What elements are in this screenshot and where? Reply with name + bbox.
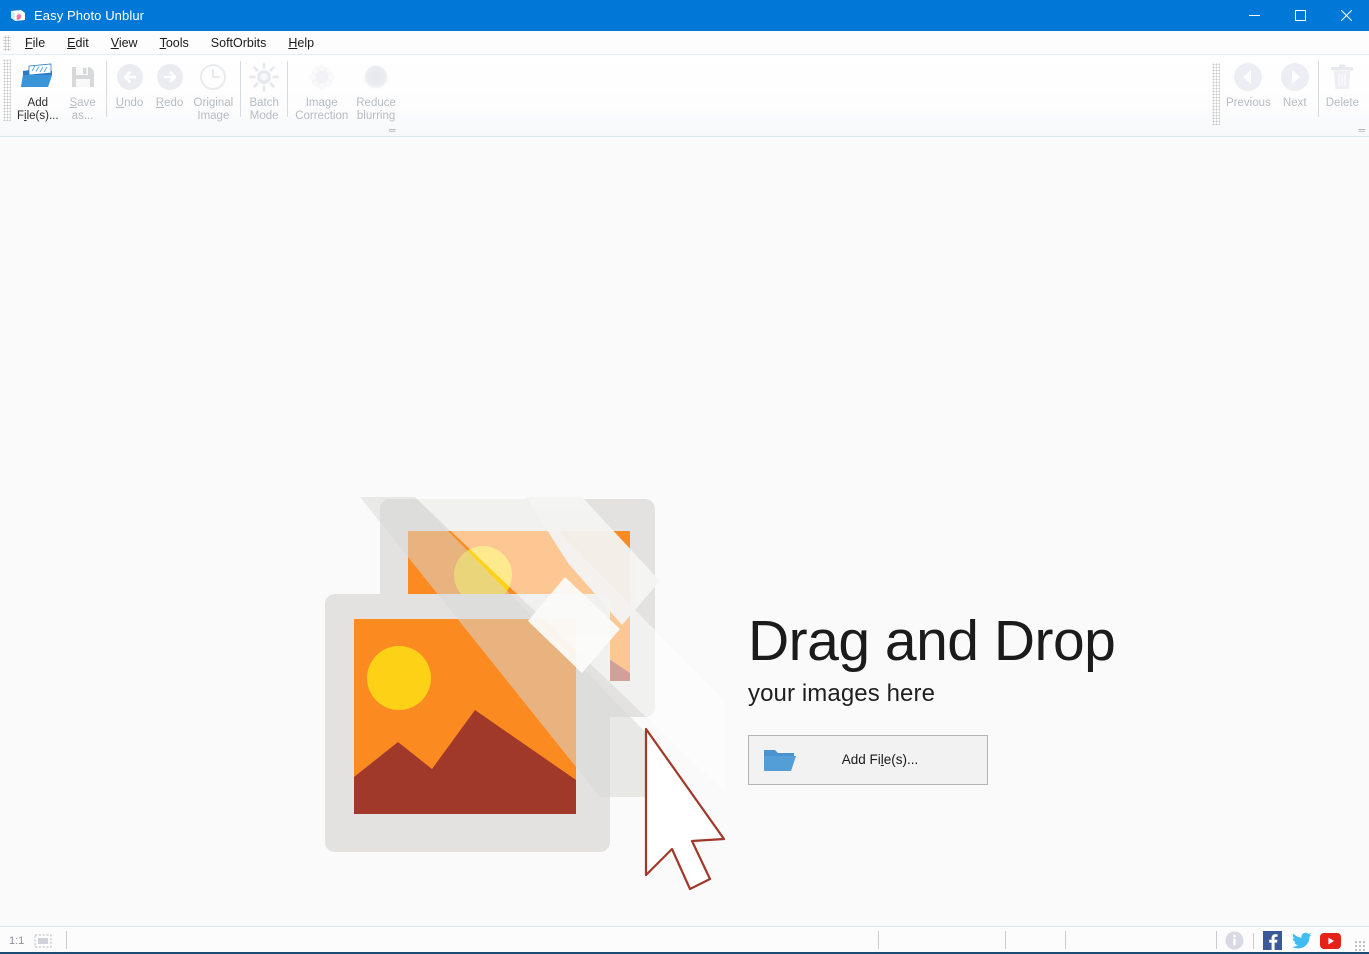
menu-item-file[interactable]: File <box>14 33 56 53</box>
toolbar-undo-label: Undo <box>116 97 144 110</box>
toolbar-batch-mode-button[interactable]: BatchMode <box>244 55 284 123</box>
drop-area-copy: Drag and Drop your images here Add File(… <box>748 610 1115 785</box>
toolbar-add-files-button[interactable]: AddFile(s)... <box>13 55 63 123</box>
resize-grip[interactable] <box>1354 940 1366 952</box>
menu-item-edit[interactable]: Edit <box>56 33 100 53</box>
status-divider-2 <box>878 931 879 949</box>
toolbar-image-correction-label: ImageCorrection <box>295 97 348 123</box>
open-folder-icon <box>21 59 55 95</box>
social-links <box>1224 930 1341 951</box>
youtube-icon[interactable] <box>1320 930 1341 951</box>
chevron-right-circle-icon <box>1279 59 1311 95</box>
zoom-level-label: 1:1 <box>9 935 24 947</box>
floppy-disk-icon <box>69 59 97 95</box>
toolbar-separator-2 <box>240 61 241 117</box>
toolbar-separator-1 <box>106 61 107 117</box>
title-bar: Easy Photo Unblur <box>0 0 1369 31</box>
menu-item-tools[interactable]: Tools <box>149 33 200 53</box>
add-files-button-label: Add File(s)... <box>797 752 963 767</box>
blue-folder-icon <box>763 747 797 773</box>
two-stacked-photos-with-cursor-illustration <box>320 497 730 897</box>
gear-sun-icon <box>249 59 279 95</box>
maximize-button[interactable] <box>1277 0 1323 31</box>
blur-circle-icon <box>361 59 391 95</box>
drop-subtitle: your images here <box>748 680 1115 708</box>
toolbar-previous-label: Previous <box>1226 97 1271 110</box>
toolbar-reduce-blurring-label: Reduceblurring <box>356 97 396 123</box>
redo-arrow-icon <box>155 59 185 95</box>
toolbar-group-file: AddFile(s)... Saveas... <box>13 55 103 133</box>
toolbar-next-button[interactable]: Next <box>1275 55 1315 110</box>
toolbar-grip-handle[interactable] <box>3 59 11 121</box>
menu-bar: File Edit View Tools SoftOrbits Help <box>0 31 1369 55</box>
undo-arrow-icon <box>115 59 145 95</box>
drop-canvas[interactable]: Drag and Drop your images here Add File(… <box>0 137 1369 926</box>
toolbar-save-as-label: Saveas... <box>69 97 95 123</box>
burst-circle-icon <box>307 59 337 95</box>
status-divider-4 <box>1065 931 1066 949</box>
toolbar-undo-button[interactable]: Undo <box>110 55 150 110</box>
add-files-button[interactable]: Add File(s)... <box>748 735 988 785</box>
toolbar-separator-3 <box>287 61 288 117</box>
toolbar-grip-handle-right[interactable] <box>1212 63 1220 125</box>
fit-to-window-icon[interactable] <box>34 934 52 948</box>
menu-grip-handle[interactable] <box>3 35 11 51</box>
toolbar-next-label: Next <box>1283 97 1307 110</box>
toolbar-redo-button[interactable]: Redo <box>150 55 190 110</box>
status-divider-1 <box>66 931 67 949</box>
toolbar-previous-button[interactable]: Previous <box>1222 55 1275 110</box>
status-divider-3 <box>1005 931 1006 949</box>
info-icon[interactable] <box>1224 930 1245 951</box>
trash-icon <box>1328 59 1356 95</box>
toolbar-image-correction-button[interactable]: ImageCorrection <box>291 55 352 123</box>
toolbar-reduce-blurring-button[interactable]: Reduceblurring <box>352 55 400 123</box>
toolbar-group-history: Undo Redo OriginalImag <box>110 55 238 133</box>
drop-area: Drag and Drop your images here Add File(… <box>320 497 1140 897</box>
window-controls <box>1231 0 1369 31</box>
toolbar-add-files-label: AddFile(s)... <box>17 97 59 123</box>
menu-item-help[interactable]: Help <box>277 33 325 53</box>
toolbar-group-batch: BatchMode <box>244 55 284 133</box>
status-bar: 1:1 <box>0 926 1369 954</box>
toolbar-overflow-right-icon[interactable]: ═ <box>1359 126 1365 134</box>
toolbar-save-as-button[interactable]: Saveas... <box>63 55 103 123</box>
drop-title: Drag and Drop <box>748 610 1115 672</box>
status-divider-5 <box>1216 931 1217 949</box>
toolbar-delete-label: Delete <box>1326 97 1359 110</box>
chevron-left-circle-icon <box>1232 59 1264 95</box>
toolbar-separator-4 <box>1318 61 1319 117</box>
toolbar-overflow-left-icon[interactable]: ═ <box>389 126 395 134</box>
application-window: Easy Photo Unblur File Edit View Tools S… <box>0 0 1369 954</box>
menu-item-softorbits[interactable]: SoftOrbits <box>200 33 278 53</box>
toolbar-group-navigation: Previous Next <box>1209 55 1363 125</box>
toolbar-redo-label: Redo <box>156 97 184 110</box>
window-title: Easy Photo Unblur <box>34 8 144 23</box>
twitter-icon[interactable] <box>1291 930 1312 951</box>
menu-item-view[interactable]: View <box>100 33 149 53</box>
toolbar: AddFile(s)... Saveas... <box>0 55 1369 137</box>
toolbar-original-image-label: OriginalImage <box>194 97 234 123</box>
toolbar-batch-mode-label: BatchMode <box>249 97 278 123</box>
toolbar-delete-button[interactable]: Delete <box>1322 55 1363 110</box>
toolbar-original-image-button[interactable]: OriginalImage <box>190 55 238 123</box>
app-icon <box>10 8 26 24</box>
minimize-button[interactable] <box>1231 0 1277 31</box>
clock-history-icon <box>198 59 228 95</box>
toolbar-group-effects: ImageCorrection R <box>291 55 400 133</box>
facebook-icon[interactable] <box>1262 930 1283 951</box>
close-button[interactable] <box>1323 0 1369 31</box>
status-divider-6 <box>1253 933 1254 949</box>
